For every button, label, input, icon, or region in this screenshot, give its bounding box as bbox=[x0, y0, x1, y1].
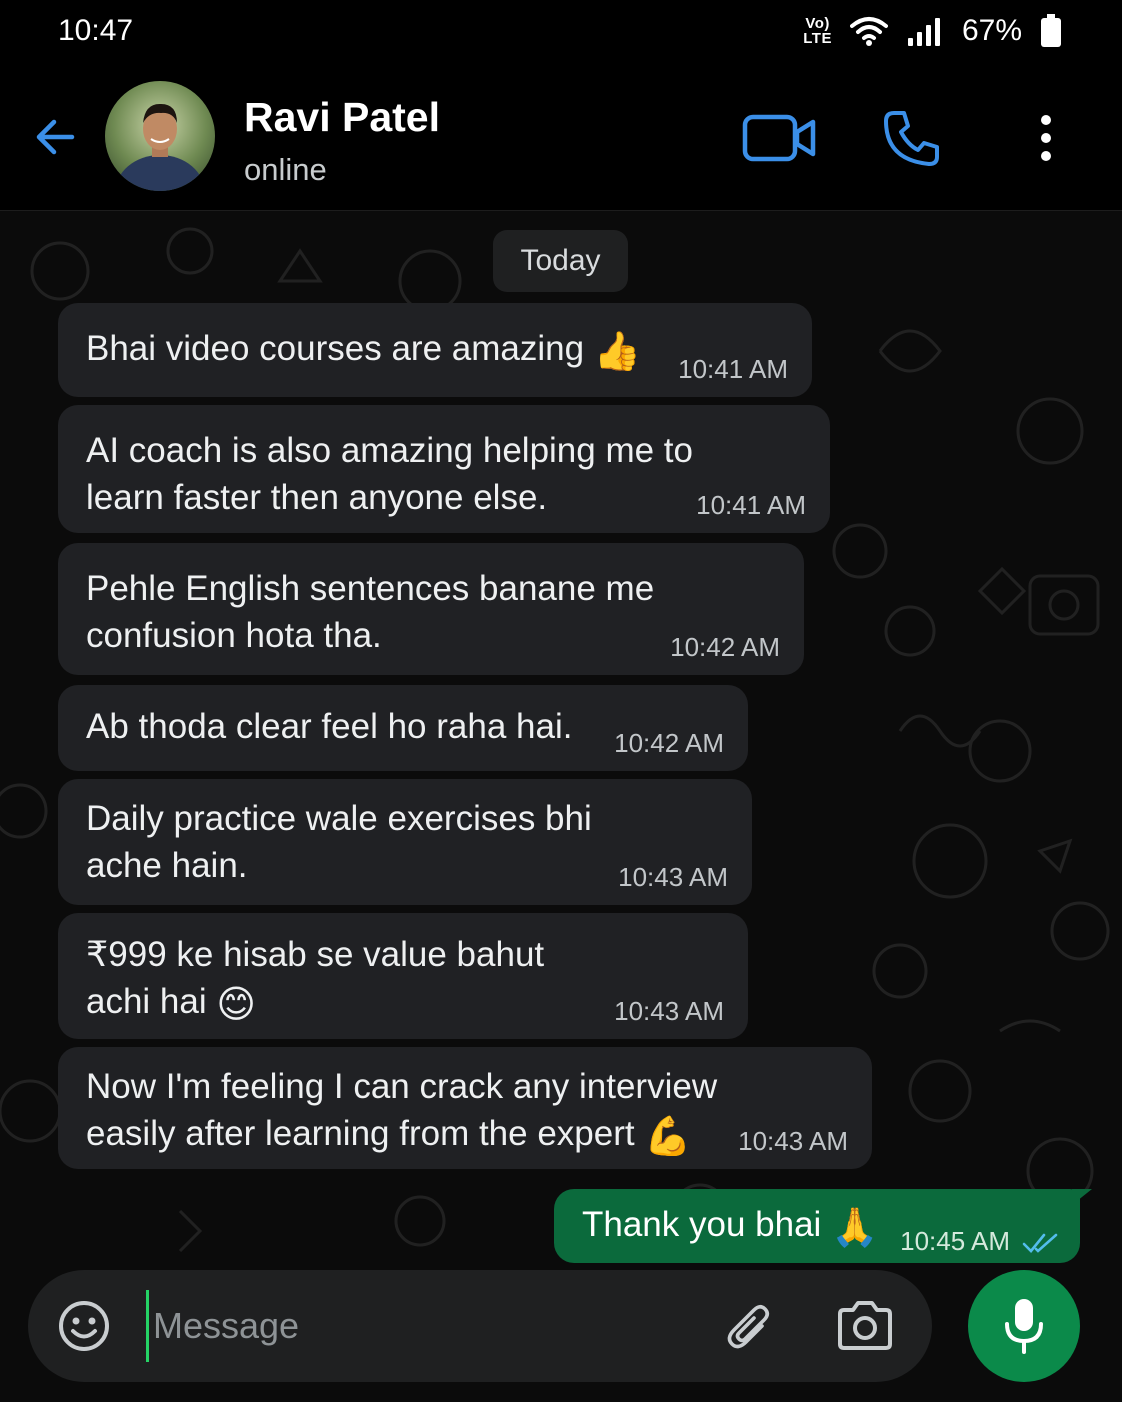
battery-percent: 67% bbox=[961, 14, 1022, 47]
wifi-icon bbox=[849, 17, 888, 46]
incoming-message[interactable]: Bhai video courses are amazing 👍 10:41 A… bbox=[58, 303, 812, 397]
message-time: 10:43 AM bbox=[614, 996, 724, 1026]
message-time: 10:42 AM bbox=[614, 728, 724, 758]
message-input[interactable] bbox=[146, 1290, 706, 1362]
battery-icon bbox=[1041, 14, 1061, 47]
emoji-icon[interactable] bbox=[58, 1300, 110, 1352]
message-text: Ab thoda clear feel ho raha hai. bbox=[86, 707, 573, 746]
contact-name[interactable]: Ravi Patel bbox=[244, 94, 440, 141]
message-time: 10:43 AM bbox=[618, 862, 728, 892]
phone-icon[interactable] bbox=[880, 108, 942, 170]
message-time: 10:43 AM bbox=[738, 1126, 848, 1156]
status-time: 10:47 bbox=[58, 14, 134, 47]
incoming-message[interactable]: Daily practice wale exercises bhi ache h… bbox=[58, 779, 752, 905]
incoming-message[interactable]: Pehle English sentences banane me confus… bbox=[58, 543, 804, 675]
outgoing-bubble-tail bbox=[1072, 1189, 1092, 1205]
flexed-biceps-emoji: 💪 bbox=[644, 1116, 692, 1158]
double-check-icon bbox=[1022, 1233, 1058, 1253]
message-composer bbox=[28, 1270, 932, 1382]
date-chip: Today bbox=[493, 230, 628, 292]
message-time: 10:41 AM bbox=[696, 490, 806, 520]
signal-icon bbox=[907, 18, 940, 46]
attach-icon[interactable] bbox=[722, 1300, 778, 1356]
camera-icon[interactable] bbox=[834, 1298, 896, 1354]
back-arrow-icon[interactable] bbox=[30, 112, 80, 162]
mic-button[interactable] bbox=[968, 1270, 1080, 1382]
status-icons: Vo) LTE 67% bbox=[803, 14, 1062, 48]
outgoing-message[interactable]: Thank you bhai 🙏 10:45 AM bbox=[554, 1189, 1080, 1263]
message-text: Thank you bhai 🙏 bbox=[582, 1205, 879, 1249]
message-text: Now I'm feeling I can crack any intervie… bbox=[86, 1067, 718, 1158]
video-call-icon[interactable] bbox=[740, 110, 818, 166]
message-time: 10:41 AM bbox=[678, 354, 788, 384]
incoming-message[interactable]: Ab thoda clear feel ho raha hai. 10:42 A… bbox=[58, 685, 748, 771]
mic-icon bbox=[1005, 1299, 1043, 1354]
incoming-message[interactable]: Now I'm feeling I can crack any intervie… bbox=[58, 1047, 872, 1169]
message-time: 10:45 AM bbox=[900, 1226, 1010, 1256]
status-bar: 10:47 Vo) LTE 67% bbox=[0, 0, 1122, 70]
folded-hands-emoji: 🙏 bbox=[831, 1207, 879, 1249]
avatar[interactable] bbox=[105, 81, 215, 191]
message-text: Daily practice wale exercises bhi ache h… bbox=[86, 799, 592, 885]
avatar-image bbox=[105, 81, 215, 191]
chat-area[interactable]: Today Bhai video courses are amazing 👍 1… bbox=[0, 211, 1122, 1402]
message-text: AI coach is also amazing helping me to l… bbox=[86, 431, 693, 517]
more-vert-icon[interactable] bbox=[1026, 110, 1066, 170]
volte-indicator: Vo) LTE bbox=[803, 15, 832, 47]
incoming-message[interactable]: AI coach is also amazing helping me to l… bbox=[58, 405, 830, 533]
message-time: 10:42 AM bbox=[670, 632, 780, 662]
chat-header: Ravi Patel online bbox=[0, 70, 1122, 211]
smile-emoji: 😊 bbox=[216, 984, 256, 1026]
contact-status: online bbox=[244, 152, 327, 187]
message-text: ₹999 ke hisab se value bahut achi hai 😊 bbox=[86, 935, 545, 1026]
thumbs-up-emoji: 👍 bbox=[593, 331, 642, 373]
message-text: Pehle English sentences banane me confus… bbox=[86, 569, 655, 655]
incoming-message[interactable]: ₹999 ke hisab se value bahut achi hai 😊 … bbox=[58, 913, 748, 1039]
message-text: Bhai video courses are amazing 👍 bbox=[86, 329, 642, 373]
